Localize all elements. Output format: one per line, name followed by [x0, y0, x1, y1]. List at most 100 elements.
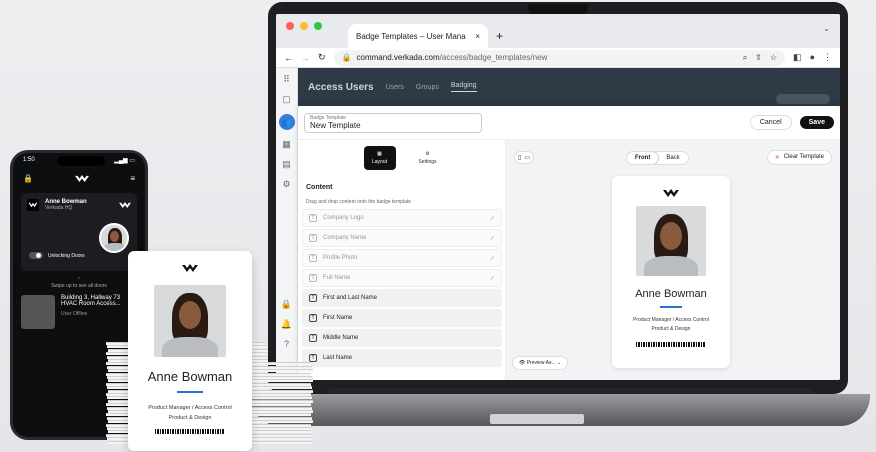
check-icon: ✓ [489, 275, 495, 282]
swipe-hint: ⌃ Swipe up to see all doors [13, 277, 145, 289]
content-item[interactable]: T Middle Name [302, 329, 502, 347]
minimize-window-button[interactable] [300, 22, 308, 30]
header-tab-badging[interactable]: Badging [450, 82, 477, 92]
badge-role: Product Manager / Access Control Product… [148, 403, 231, 423]
front-button[interactable]: Front [626, 151, 659, 164]
content-item[interactable]: T Company Logo ✓ [302, 209, 502, 227]
close-window-button[interactable] [286, 22, 294, 30]
user-row: Anne Bowman Verkada HQ [27, 199, 131, 211]
url-host: command.verkada.com [356, 53, 440, 62]
content-section-title: Content [306, 184, 333, 191]
content-item[interactable]: T Last Name [302, 349, 502, 367]
bookmark-star-icon[interactable]: ☆ [770, 53, 777, 63]
header-title: Access Users [308, 81, 374, 93]
door-list-item[interactable]: Building 3, Hallway 73 HVAC Room Access.… [21, 295, 137, 329]
share-icon[interactable]: ⇪ [755, 53, 762, 63]
badge-role: Product Manager / Access Control Product… [633, 316, 709, 334]
access-users-icon[interactable]: 👥 [278, 114, 295, 130]
eye-icon: 👁 [519, 360, 526, 366]
phone-avatar [99, 223, 129, 253]
notification-bell-icon[interactable]: 🔔 [281, 319, 292, 330]
cameras-icon[interactable]: ▢ [282, 94, 291, 105]
badge-role-title: Product Manager / Access Control [633, 317, 709, 323]
template-name-field[interactable]: Badge Template New Template [304, 112, 482, 133]
browser-menu-icon[interactable]: ⋮ [823, 52, 832, 63]
content-section-hint: Drag and drop content onto the badge tem… [306, 199, 412, 205]
preview-as-button[interactable]: 👁 Preview As... ⌄ [512, 356, 569, 370]
door-thumbnail [21, 295, 55, 329]
sidebar-toggle-icon[interactable]: ◧ [793, 52, 802, 63]
camera-notch [528, 4, 588, 14]
reload-icon[interactable]: ↻ [318, 52, 326, 63]
chevron-down-icon: ⌄ [557, 360, 562, 366]
save-button[interactable]: Save [799, 116, 834, 129]
template-name-label: Badge Template [310, 114, 347, 121]
settings-gear-icon[interactable]: ⚙ [282, 179, 290, 190]
content-panel: ▦ Layout ⚙ Settings Content Drag and dro… [298, 140, 506, 380]
apps-grid-icon[interactable]: ⠿ [283, 74, 290, 85]
tab-layout[interactable]: ▦ Layout [363, 146, 396, 170]
content-item-label: Company Name [323, 235, 367, 241]
forward-arrow-icon[interactable]: → [301, 53, 310, 63]
browser-tab[interactable]: Badge Templates – User Mana × [348, 24, 488, 48]
access-card: Anne Bowman Verkada HQ Unlocking Doors [21, 193, 137, 271]
clear-x-icon: ✕ [774, 155, 780, 161]
lock-icon: 🔒 [341, 53, 352, 62]
cancel-button[interactable]: Cancel [749, 115, 792, 130]
header-action-button[interactable] [776, 94, 830, 104]
panel-tabs: ▦ Layout ⚙ Settings [302, 146, 505, 170]
calendar-icon[interactable]: ▦ [282, 139, 291, 150]
zoom-icon[interactable]: ⌕ [743, 53, 747, 63]
badge-role-department: Product & Design [168, 415, 212, 421]
accent-divider [177, 391, 203, 393]
phone-app-bar: 🔒 ≡ [13, 168, 145, 189]
badge-role-department: Product & Design [651, 326, 691, 332]
app-sidebar: ⠿ ▢ 👥 ▦ ▤ ⚙ 🔒 🔔 ? [276, 68, 298, 380]
access-header: Access Users Users Groups Badging [298, 68, 840, 106]
orientation-toggle: ▯ ▭ [514, 151, 534, 164]
header-tab-groups[interactable]: Groups [416, 84, 439, 91]
tab-list-chevron-icon[interactable]: ⌄ [823, 24, 830, 33]
back-arrow-icon[interactable]: ← [284, 53, 293, 63]
profile-avatar-icon[interactable]: ● [810, 52, 815, 63]
back-button[interactable]: Back [658, 152, 687, 164]
barcode [636, 342, 706, 347]
new-tab-button[interactable]: + [496, 24, 503, 48]
content-item[interactable]: T Company Name ✓ [302, 229, 502, 247]
phone-user-org: Verkada HQ [45, 205, 73, 211]
content-item-label: Company Logo [323, 215, 364, 221]
window-controls [286, 22, 322, 30]
content-item[interactable]: T First Name [302, 309, 502, 327]
content-item-label: Full Name [323, 275, 351, 281]
maximize-window-button[interactable] [314, 22, 322, 30]
content-item[interactable]: T Profile Photo ✓ [302, 249, 502, 267]
unlock-toggle-label: Unlocking Doors [48, 252, 85, 259]
content-item[interactable]: T First and Last Name [302, 289, 502, 307]
reports-icon[interactable]: ▤ [282, 159, 291, 170]
side-toggle: Front Back [625, 150, 689, 165]
menu-icon[interactable]: ≡ [130, 174, 135, 183]
tab-close-icon[interactable]: × [475, 32, 480, 41]
clear-template-button[interactable]: ✕ Clear Template [766, 150, 832, 165]
lock-alert-icon[interactable]: 🔒 [281, 299, 292, 310]
verkada-logo-icon [182, 264, 198, 272]
portrait-icon[interactable]: ▯ [518, 154, 521, 161]
layout-icon: ▦ [377, 151, 382, 157]
tab-layout-label: Layout [371, 159, 387, 165]
url-field[interactable]: 🔒 command.verkada.com/access/badge_templ… [333, 49, 786, 66]
lock-icon[interactable]: 🔒 [23, 174, 33, 183]
landscape-icon[interactable]: ▭ [524, 154, 530, 161]
content-item[interactable]: T Full Name ✓ [302, 269, 502, 287]
settings-gear-icon: ⚙ [425, 151, 430, 157]
check-icon: ✓ [489, 215, 495, 222]
trackpad [490, 414, 584, 424]
verkada-logo-icon [74, 175, 89, 182]
unlock-toggle[interactable] [29, 252, 43, 259]
preview-as-label: Preview As... [526, 360, 556, 366]
template-name-value: New Template [310, 120, 361, 130]
tab-settings[interactable]: ⚙ Settings [412, 146, 444, 170]
tab-settings-label: Settings [418, 159, 437, 165]
verkada-mark-icon [119, 202, 131, 208]
check-icon: ✓ [489, 255, 495, 262]
header-tab-users[interactable]: Users [386, 84, 404, 91]
